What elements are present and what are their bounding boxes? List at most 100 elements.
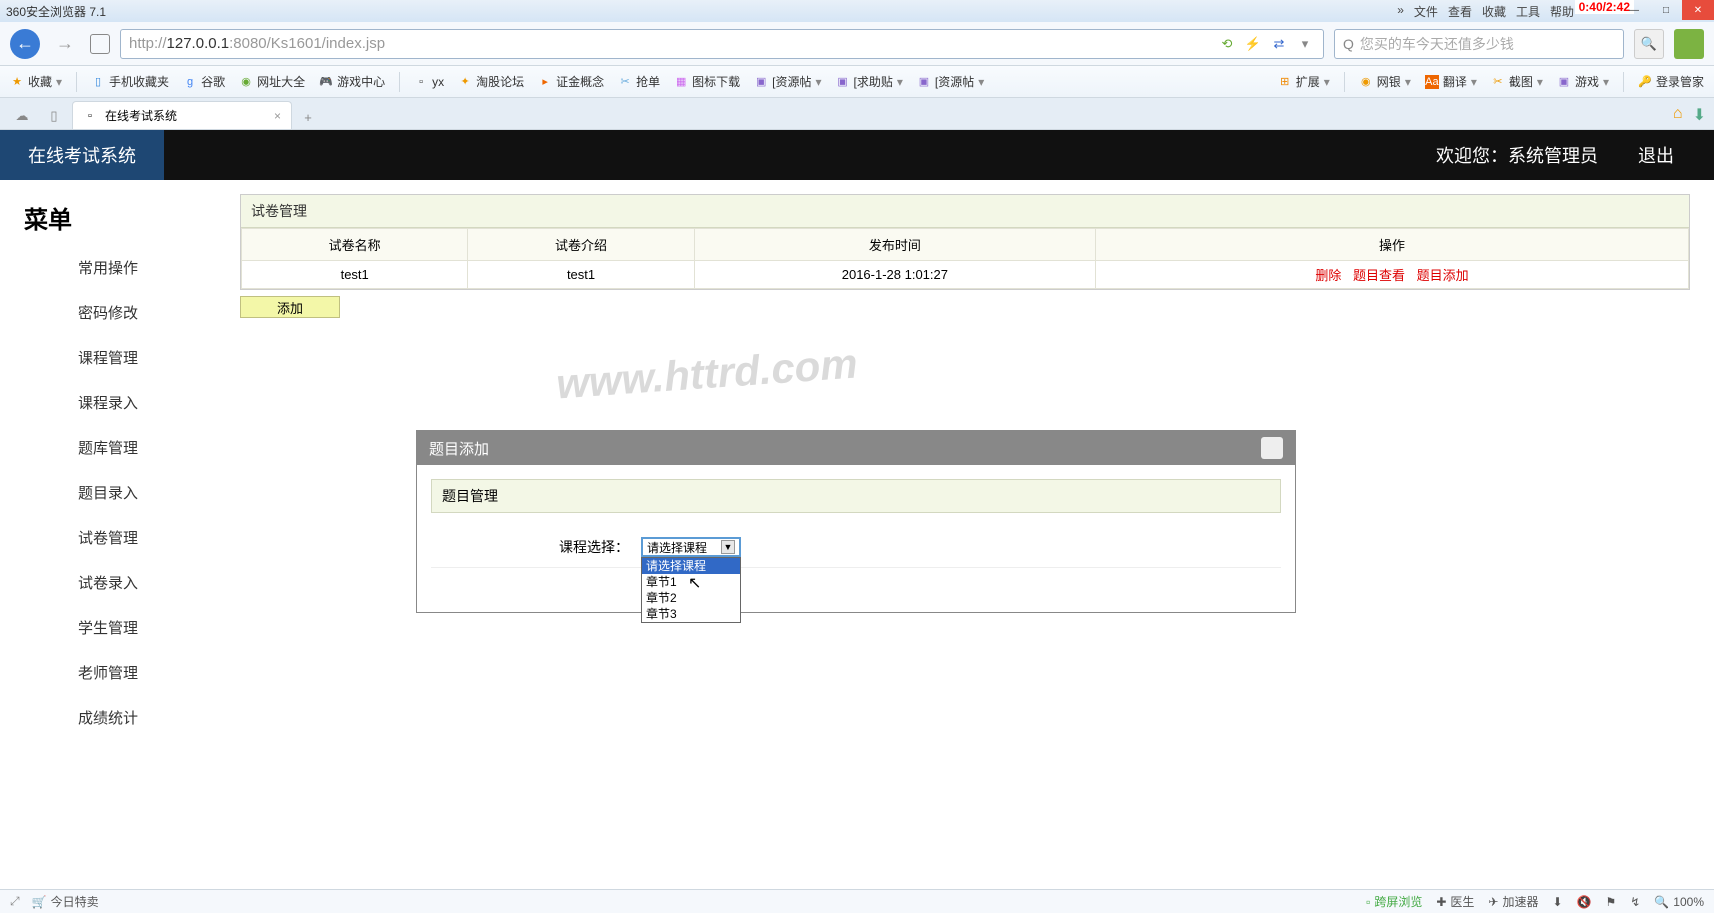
cart-icon: 🛒 xyxy=(32,895,47,909)
bookmark-games[interactable]: 🎮游戏中心 xyxy=(319,73,385,90)
status-doctor[interactable]: ✚医生 xyxy=(1436,893,1474,910)
op-add[interactable]: 题目添加 xyxy=(1417,268,1469,283)
menu-help[interactable]: 帮助 xyxy=(1550,3,1574,20)
bookmark-forum[interactable]: ✦淘股论坛 xyxy=(458,73,524,90)
menu-course-mgmt[interactable]: 课程管理 xyxy=(0,335,216,380)
dialog-icon[interactable] xyxy=(1261,437,1283,459)
home-icon[interactable]: ⌂ xyxy=(1673,105,1683,125)
menu-student-mgmt[interactable]: 学生管理 xyxy=(0,605,216,650)
crown-icon: ✦ xyxy=(458,75,472,89)
tab-close-icon[interactable]: × xyxy=(274,109,281,123)
refresh-icon[interactable]: ⟲ xyxy=(1217,34,1237,54)
dialog-header[interactable]: 题目添加 xyxy=(417,431,1295,465)
back-button[interactable]: ← xyxy=(10,29,40,59)
course-select[interactable]: 请选择课程 ▼ xyxy=(641,537,741,557)
plus-icon: ✚ xyxy=(1436,895,1446,909)
folder-icon: ▣ xyxy=(917,75,931,89)
game-icon: 🎮 xyxy=(319,75,333,89)
maximize-button[interactable]: □ xyxy=(1650,0,1682,20)
status-sale[interactable]: 🛒今日特卖 xyxy=(32,893,99,910)
page-header: 在线考试系统 欢迎您：系统管理员 退出 xyxy=(0,130,1714,180)
dropdown-icon[interactable]: ▾ xyxy=(1295,34,1315,54)
dropdown-option-3[interactable]: 章节3 xyxy=(642,606,740,622)
bank-button[interactable]: ◉网银 ▾ xyxy=(1359,72,1411,92)
status-accel[interactable]: ✈加速器 xyxy=(1488,893,1538,910)
bookmark-sites[interactable]: ◉网址大全 xyxy=(239,73,305,90)
search-button[interactable]: 🔍 xyxy=(1634,29,1664,59)
menu-more[interactable]: » xyxy=(1397,3,1404,20)
menu-exam-mgmt[interactable]: 试卷管理 xyxy=(0,515,216,560)
minimize-button[interactable]: — xyxy=(1618,0,1650,20)
bookmark-google[interactable]: g谷歌 xyxy=(183,73,225,90)
op-delete[interactable]: 删除 xyxy=(1315,268,1341,283)
bookmark-fav[interactable]: ★收藏 ▾ xyxy=(10,73,62,90)
flag-status-icon[interactable]: ⚑ xyxy=(1606,895,1617,909)
content-area: 试卷管理 试卷名称 试卷介绍 发布时间 操作 test1 test1 2016-… xyxy=(216,180,1714,880)
menu-course-entry[interactable]: 课程录入 xyxy=(0,380,216,425)
download-icon[interactable]: ⬇ xyxy=(1693,105,1706,125)
menu-score-stats[interactable]: 成绩统计 xyxy=(0,695,216,740)
shield-icon[interactable] xyxy=(90,34,110,54)
ext-button[interactable]: ⊞扩展 ▾ xyxy=(1278,72,1330,92)
dropdown-option-placeholder[interactable]: 请选择课程 xyxy=(642,558,740,574)
dropdown-option-1[interactable]: 章节1 xyxy=(642,574,740,590)
speed-icon[interactable]: ⇄ xyxy=(1269,34,1289,54)
login-manager-button[interactable]: 🔑登录管家 xyxy=(1638,72,1704,92)
url-host: 127.0.0.1 xyxy=(167,35,230,52)
mute-icon[interactable]: 🔇 xyxy=(1577,895,1592,909)
html-icon[interactable]: ▯ xyxy=(40,103,68,129)
menu-favorites[interactable]: 收藏 xyxy=(1482,3,1506,20)
dialog-title: 题目添加 xyxy=(429,438,489,459)
menu-question-mgmt[interactable]: 题库管理 xyxy=(0,425,216,470)
menu-password[interactable]: 密码修改 xyxy=(0,290,216,335)
table-header-row: 试卷名称 试卷介绍 发布时间 操作 xyxy=(242,229,1689,261)
menu-exam-entry[interactable]: 试卷录入 xyxy=(0,560,216,605)
welcome-text: 欢迎您：系统管理员 xyxy=(1436,142,1638,168)
menu-teacher-mgmt[interactable]: 老师管理 xyxy=(0,650,216,695)
browser-tab[interactable]: ▫ 在线考试系统 × xyxy=(72,101,292,129)
status-crossscreen[interactable]: ▫跨屏浏览 xyxy=(1366,893,1422,910)
th-time: 发布时间 xyxy=(694,229,1095,261)
bookmark-help[interactable]: ▣[求助贴 ▾ xyxy=(836,73,903,90)
new-tab-button[interactable]: + xyxy=(296,105,320,129)
url-bar[interactable]: http:// 127.0.0.1 :8080/Ks1601/index.jsp… xyxy=(120,29,1324,59)
gamepad-icon: ▣ xyxy=(1557,75,1571,89)
bookmark-bar: ★收藏 ▾ ▯手机收藏夹 g谷歌 ◉网址大全 🎮游戏中心 ▫yx ✦淘股论坛 ▸… xyxy=(0,66,1714,98)
forward-button[interactable]: → xyxy=(50,29,80,59)
flash-icon[interactable]: ⚡ xyxy=(1243,34,1263,54)
logout-link[interactable]: 退出 xyxy=(1638,142,1714,168)
add-button[interactable]: 添加 xyxy=(240,296,340,318)
bookmark-res1[interactable]: ▣[资源帖 ▾ xyxy=(754,73,821,90)
menu-view[interactable]: 查看 xyxy=(1448,3,1472,20)
google-icon: g xyxy=(183,75,197,89)
search-input[interactable]: Q 您买的车今天还值多少钱 xyxy=(1334,29,1624,59)
menu-file[interactable]: 文件 xyxy=(1414,3,1438,20)
menu-question-entry[interactable]: 题目录入 xyxy=(0,470,216,515)
tab-title: 在线考试系统 xyxy=(105,107,177,124)
panel-title: 试卷管理 xyxy=(241,195,1689,228)
bookmark-stock[interactable]: ▸证金概念 xyxy=(538,73,604,90)
sidebar: 菜单 常用操作 密码修改 课程管理 课程录入 题库管理 题目录入 试卷管理 试卷… xyxy=(0,180,216,880)
close-button[interactable]: ✕ xyxy=(1682,0,1714,20)
bookmark-mobile[interactable]: ▯手机收藏夹 xyxy=(91,73,169,90)
op-view[interactable]: 题目查看 xyxy=(1353,268,1405,283)
screenshot-button[interactable]: ✂截图 ▾ xyxy=(1491,72,1543,92)
bookmark-grab[interactable]: ✂抢单 xyxy=(618,73,660,90)
game-button[interactable]: ▣游戏 ▾ xyxy=(1557,72,1609,92)
star-icon: ★ xyxy=(10,75,24,89)
zoom-level[interactable]: 🔍100% xyxy=(1654,895,1704,909)
folder-icon: ▣ xyxy=(754,75,768,89)
bookmark-icons[interactable]: ▦图标下载 xyxy=(674,73,740,90)
expand-icon[interactable]: ⤢ xyxy=(10,894,20,909)
download-status-icon[interactable]: ⬇ xyxy=(1553,895,1563,909)
bookmark-res2[interactable]: ▣[资源帖 ▾ xyxy=(917,73,984,90)
net-icon[interactable]: ↯ xyxy=(1630,895,1640,909)
menu-tools[interactable]: 工具 xyxy=(1516,3,1540,20)
translate-button[interactable]: Aa翻译 ▾ xyxy=(1425,72,1477,92)
cloud-icon[interactable]: ☁ xyxy=(8,103,36,129)
page-icon: ▫ xyxy=(414,75,428,89)
user-button[interactable] xyxy=(1674,29,1704,59)
bookmark-yx[interactable]: ▫yx xyxy=(414,75,444,89)
dropdown-option-2[interactable]: 章节2 xyxy=(642,590,740,606)
form-row-course: 课程选择： 请选择课程 ▼ 请选择课程 章节1 章节2 章节3 ↖ xyxy=(431,527,1281,568)
